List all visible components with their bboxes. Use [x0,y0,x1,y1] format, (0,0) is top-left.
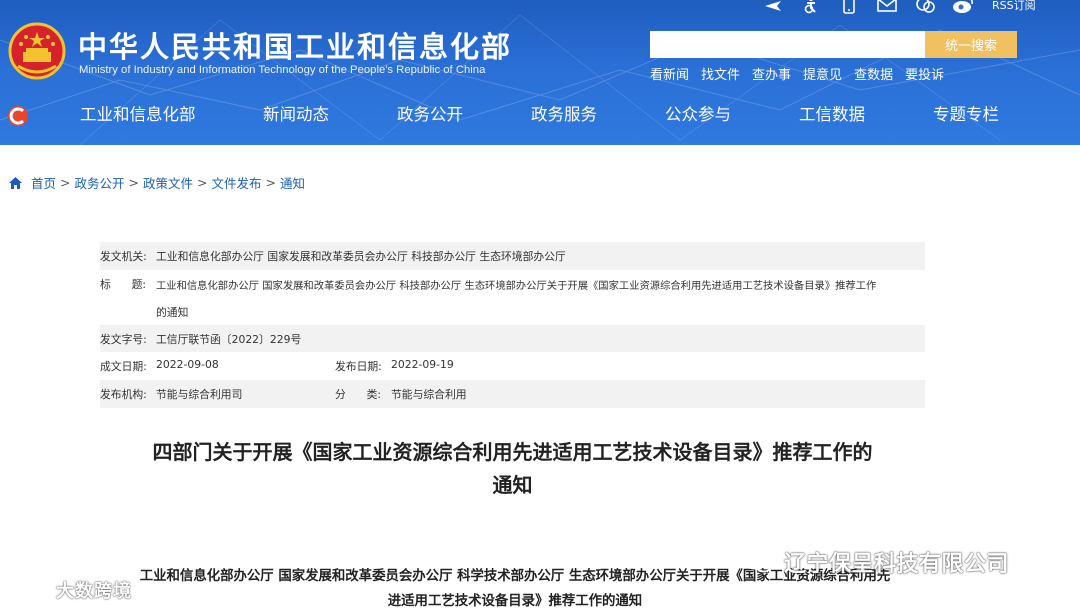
meta-row-doc-number: 发文字号: 工信厅联节函〔2022〕229号 [100,325,925,352]
watermark-logo-icon [10,580,48,598]
nav-item-news[interactable]: 新闻动态 [263,103,397,127]
accessibility-icon[interactable] [800,0,822,15]
search-input[interactable] [650,31,925,58]
meta-title-label: 标题: [100,278,146,291]
watermark-right: 辽宁保呈科技有限公司 [742,546,1009,578]
watermark-left-text: 大数跨境 [56,581,132,602]
breadcrumb-notice[interactable]: 通知 [280,173,305,192]
quick-link-news[interactable]: 看新闻 [650,64,689,83]
watermark-left: 大数跨境 [8,577,132,603]
meta-issuer-value: 工业和信息化部办公厅 国家发展和改革委员会办公厅 科技部办公厅 生态环境部办公厅 [156,250,566,263]
meta-row-title-1: 标题: 工业和信息化部办公厅 国家发展和改革委员会办公厅 科技部办公厅 生态环境… [100,270,925,298]
meta-published-label: 发布日期: [335,360,382,373]
meta-row-dates: 成文日期: 2022-09-08 发布日期: 2022-09-19 [100,352,925,380]
site-header: 中华人民共和国工业和信息化部 Ministry of Industry and … [0,0,1080,145]
mail-icon[interactable] [876,0,898,15]
chat-icon[interactable] [914,0,936,15]
unified-search-button[interactable]: 统一搜索 [925,31,1017,58]
national-emblem-icon [8,22,66,80]
quick-link-feedback[interactable]: 提意见 [803,64,842,83]
home-icon[interactable] [8,176,23,190]
document-title: 四部门关于开展《国家工业资源综合利用先进适用工艺技术设备目录》推荐工作的 通知 [100,436,925,502]
nav-logo-icon[interactable] [6,104,30,128]
meta-created-value: 2022-09-08 [156,358,219,371]
nav-item-miit[interactable]: 工业和信息化部 [80,103,263,127]
site-subtitle: Ministry of Industry and Information Tec… [79,64,486,76]
document-heading-line2: 进适用工艺技术设备目录》推荐工作的通知 [387,594,643,609]
breadcrumb-policy-files[interactable]: 政策文件 [143,173,193,192]
document-title-line2: 通知 [492,473,533,497]
nav-item-topics[interactable]: 专题专栏 [933,103,999,127]
breadcrumb-public-affairs[interactable]: 政务公开 [75,173,125,192]
breadcrumb-separator: > [60,175,71,190]
quick-link-data[interactable]: 查数据 [854,64,893,83]
meta-created-label: 成文日期: [100,360,147,373]
breadcrumb-home[interactable]: 首页 [31,173,56,192]
top-utility-icons: RSS订阅 [762,0,1036,16]
meta-org-label: 发布机构: [100,388,147,401]
meta-row-title-2: 的通知 [100,298,925,325]
meta-category-value: 节能与综合利用 [391,388,467,401]
nav-item-public-affairs[interactable]: 政务公开 [397,103,531,127]
meta-row-org: 发布机构: 节能与综合利用司 分类: 节能与综合利用 [100,380,925,408]
meta-issuer-label: 发文机关: [100,250,147,263]
nav-item-services[interactable]: 政务服务 [531,103,665,127]
quick-links: 看新闻 找文件 查办事 提意见 查数据 要投诉 [650,64,944,83]
mobile-icon[interactable] [838,0,860,15]
breadcrumb-separator: > [265,175,276,190]
main-nav: 工业和信息化部 新闻动态 政务公开 政务服务 公众参与 工信数据 专题专栏 [80,103,999,127]
meta-doc-number-value: 工信厅联节函〔2022〕229号 [156,332,302,346]
meta-title-value-line1: 工业和信息化部办公厅 国家发展和改革委员会办公厅 科技部办公厅 生态环境部办公厅… [156,279,877,292]
site-title: 中华人民共和国工业和信息化部 [78,30,513,64]
nav-item-data[interactable]: 工信数据 [799,103,933,127]
quick-link-services[interactable]: 查办事 [752,64,791,83]
meta-org-value: 节能与综合利用司 [156,388,243,401]
meta-published-value: 2022-09-19 [391,358,454,371]
meta-row-issuer: 发文机关: 工业和信息化部办公厅 国家发展和改革委员会办公厅 科技部办公厅 生态… [100,242,925,270]
quick-link-files[interactable]: 找文件 [701,64,740,83]
quick-link-complaint[interactable]: 要投诉 [905,64,944,83]
weibo-icon[interactable] [952,0,974,15]
wechat-icon [743,550,773,573]
rss-link[interactable]: RSS订阅 [992,0,1036,13]
meta-title-value-line2: 的通知 [156,305,189,319]
breadcrumb-separator: > [128,175,139,190]
meta-category-label: 分类: [335,388,381,401]
breadcrumb-file-release[interactable]: 文件发布 [212,173,262,192]
watermark-right-text: 辽宁保呈科技有限公司 [784,552,1010,577]
document-meta-table: 发文机关: 工业和信息化部办公厅 国家发展和改革委员会办公厅 科技部办公厅 生态… [100,242,925,408]
breadcrumb-separator: > [197,175,208,190]
breadcrumb: 首页 > 政务公开 > 政策文件 > 文件发布 > 通知 [8,173,305,192]
plane-icon[interactable] [762,0,784,15]
nav-item-participation[interactable]: 公众参与 [665,103,799,127]
document-title-line1: 四部门关于开展《国家工业资源综合利用先进适用工艺技术设备目录》推荐工作的 [152,440,873,464]
meta-doc-number-label: 发文字号: [100,332,147,346]
